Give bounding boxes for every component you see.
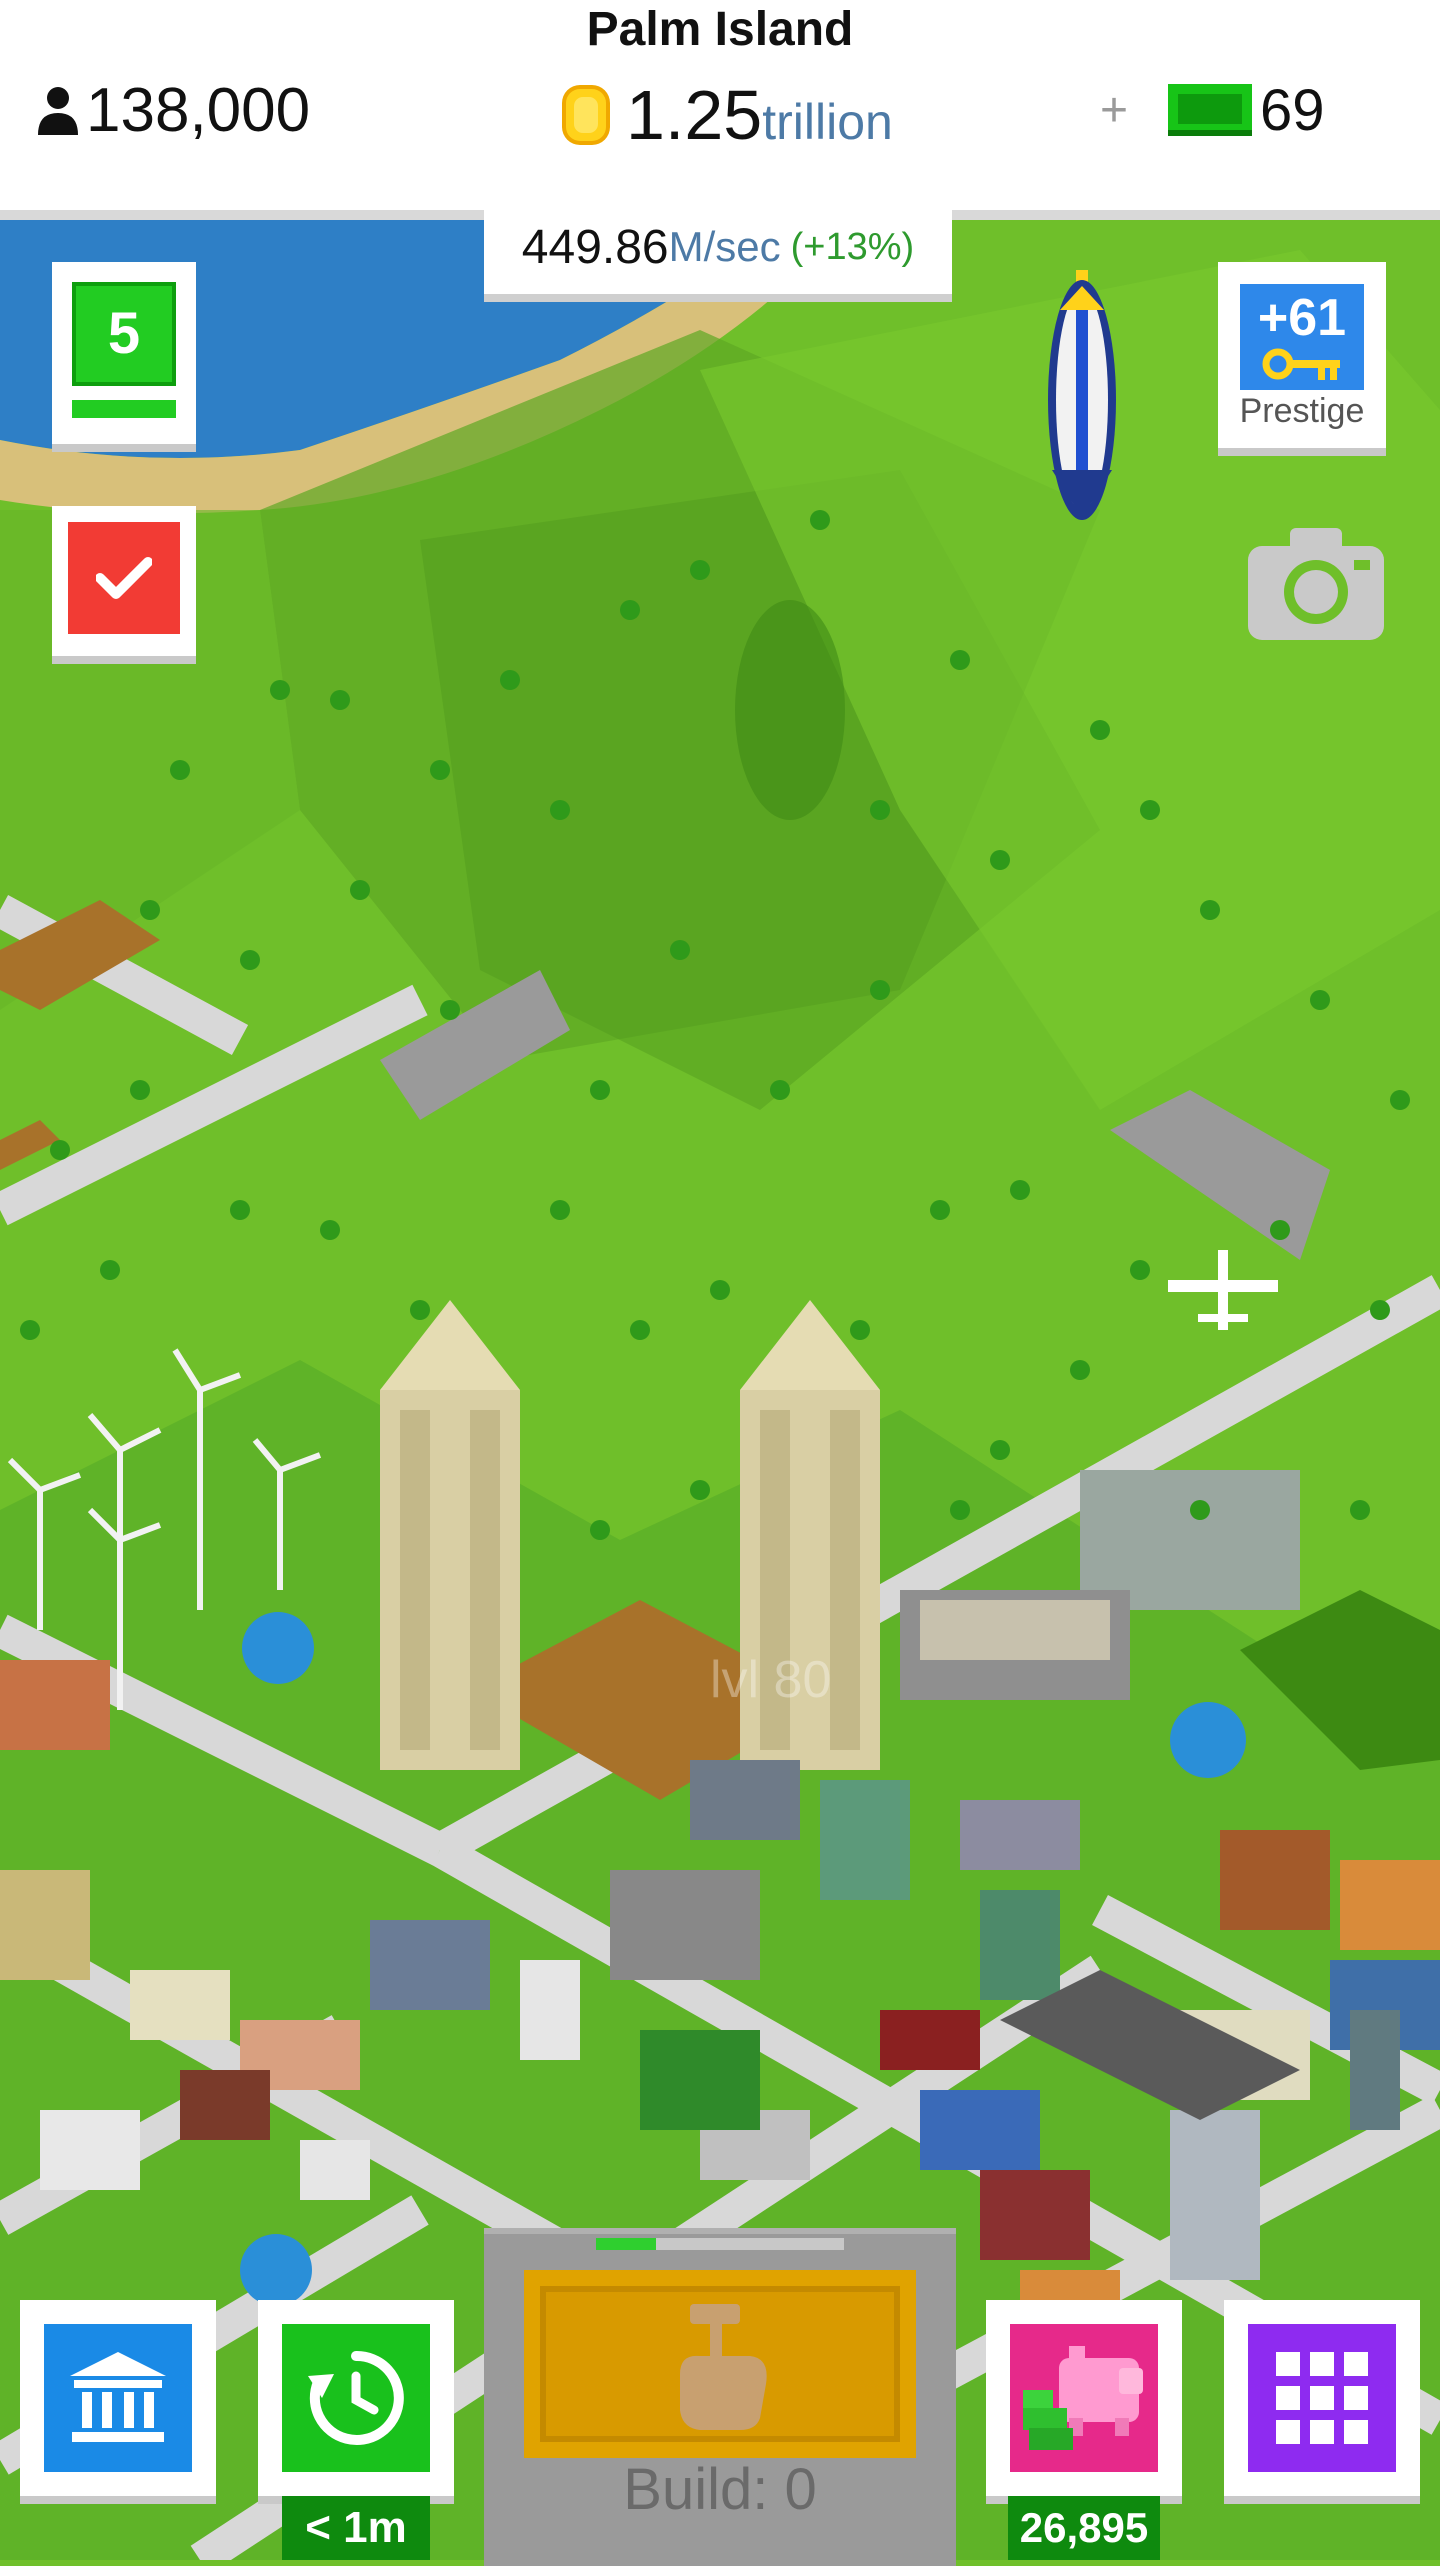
build-progress-fill (596, 2238, 656, 2250)
skyscraper-left (380, 1300, 520, 1770)
income-bonus: (+13%) (790, 225, 915, 268)
clock-arrow-icon (308, 2350, 404, 2445)
bux-counter[interactable]: + 69 (1100, 70, 1325, 150)
timewarp-badge (282, 2324, 430, 2472)
bank-icon (70, 2352, 166, 2442)
prestige-label: Prestige (1239, 392, 1365, 430)
coins-value: 1.25 (626, 76, 763, 154)
camera-icon[interactable] (1248, 524, 1384, 640)
prestige-button[interactable]: +61 Prestige (1218, 262, 1386, 448)
city-map[interactable]: lvl 80 (0, 210, 1440, 2560)
piggy-bank-badge (1010, 2324, 1158, 2472)
menu-badge (1248, 2324, 1396, 2472)
bux-value: 69 (1260, 77, 1325, 143)
person-icon (38, 87, 78, 135)
build-button[interactable] (524, 2270, 916, 2458)
level-value: 5 (72, 282, 176, 386)
coins-unit: trillion (762, 94, 893, 150)
prestige-badge: +61 (1240, 284, 1364, 390)
tasks-badge (68, 522, 180, 634)
income-unit: M/sec (668, 223, 781, 270)
income-value: 449.86 (521, 220, 669, 274)
population-value: 138,000 (86, 75, 311, 145)
key-icon (1262, 348, 1340, 380)
prestige-value: +61 (1257, 289, 1347, 347)
blimp-icon[interactable] (1046, 270, 1118, 530)
checkmark-icon (96, 557, 152, 599)
piggy-bank-value: 26,895 (1008, 2496, 1160, 2560)
income-rate[interactable]: 449.86 M/sec (+13%) (484, 200, 952, 302)
build-label: Build: 0 (623, 2457, 817, 2522)
population-counter[interactable]: 138,000 (36, 70, 310, 150)
piggy-bank-button[interactable] (986, 2300, 1182, 2496)
coins-counter[interactable]: 1.25 trillion (556, 70, 893, 160)
level-progress-bar (72, 400, 176, 418)
bank-badge (44, 2324, 192, 2472)
tasks-button[interactable] (52, 506, 196, 656)
level-button[interactable]: 5 (52, 262, 196, 444)
add-bux-button[interactable]: + (1100, 83, 1128, 138)
bank-button[interactable] (20, 2300, 216, 2496)
map-watermark: lvl 80 (710, 1651, 832, 1709)
power-plant (1080, 1470, 1300, 1610)
map-scene (0, 210, 1440, 2560)
bux-banknote-icon (1168, 84, 1253, 136)
menu-button[interactable] (1224, 2300, 1420, 2496)
grid-menu-icon (1276, 2352, 1368, 2444)
timewarp-button[interactable] (258, 2300, 454, 2496)
piggy-bank-icon (1023, 2346, 1143, 2450)
build-panel: Build: 0 (484, 2228, 956, 2566)
top-bar: Palm Island 138,000 1.25 trillion + 69 (0, 0, 1440, 210)
timewarp-label: < 1m (282, 2496, 430, 2560)
airplane-icon[interactable] (1168, 1250, 1278, 1330)
coin-icon (562, 85, 610, 145)
city-name[interactable]: Palm Island (0, 0, 1440, 60)
build-progress-bar (596, 2238, 844, 2250)
